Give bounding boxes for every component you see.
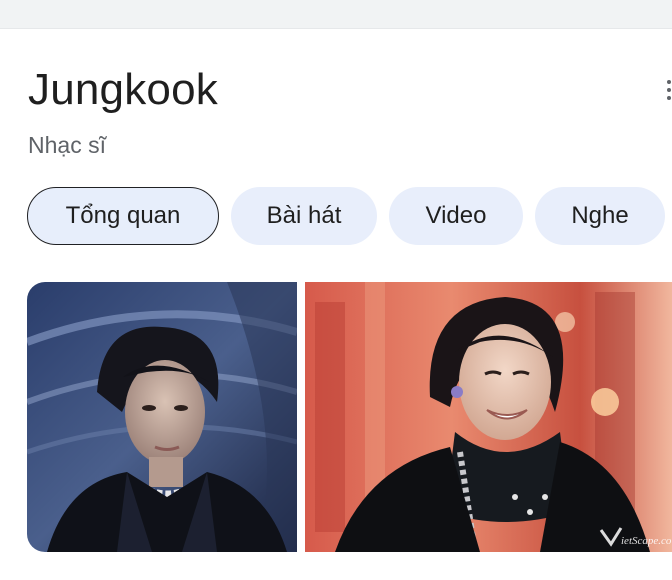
top-divider-strip [0, 0, 672, 29]
portrait-photo-left [27, 282, 297, 552]
image-tile-left[interactable] [27, 282, 297, 552]
entity-subtitle: Nhạc sĩ [28, 132, 106, 158]
tab-chips: Tổng quan Bài hát Video Nghe [27, 187, 672, 247]
tab-video[interactable]: Video [389, 187, 523, 245]
tab-listen[interactable]: Nghe [535, 187, 665, 245]
tab-overview[interactable]: Tổng quan [27, 187, 219, 245]
knowledge-panel: Jungkook Nhạc sĩ Tổng quan Bài hát Video… [0, 0, 672, 580]
image-tile-right[interactable]: ietScape.co [305, 282, 672, 552]
tab-songs[interactable]: Bài hát [231, 187, 377, 245]
entity-title: Jungkook [28, 65, 218, 114]
svg-text:ietScape.co: ietScape.co [621, 535, 672, 547]
portrait-photo-right: ietScape.co [305, 282, 672, 552]
more-options-icon[interactable] [664, 80, 672, 102]
